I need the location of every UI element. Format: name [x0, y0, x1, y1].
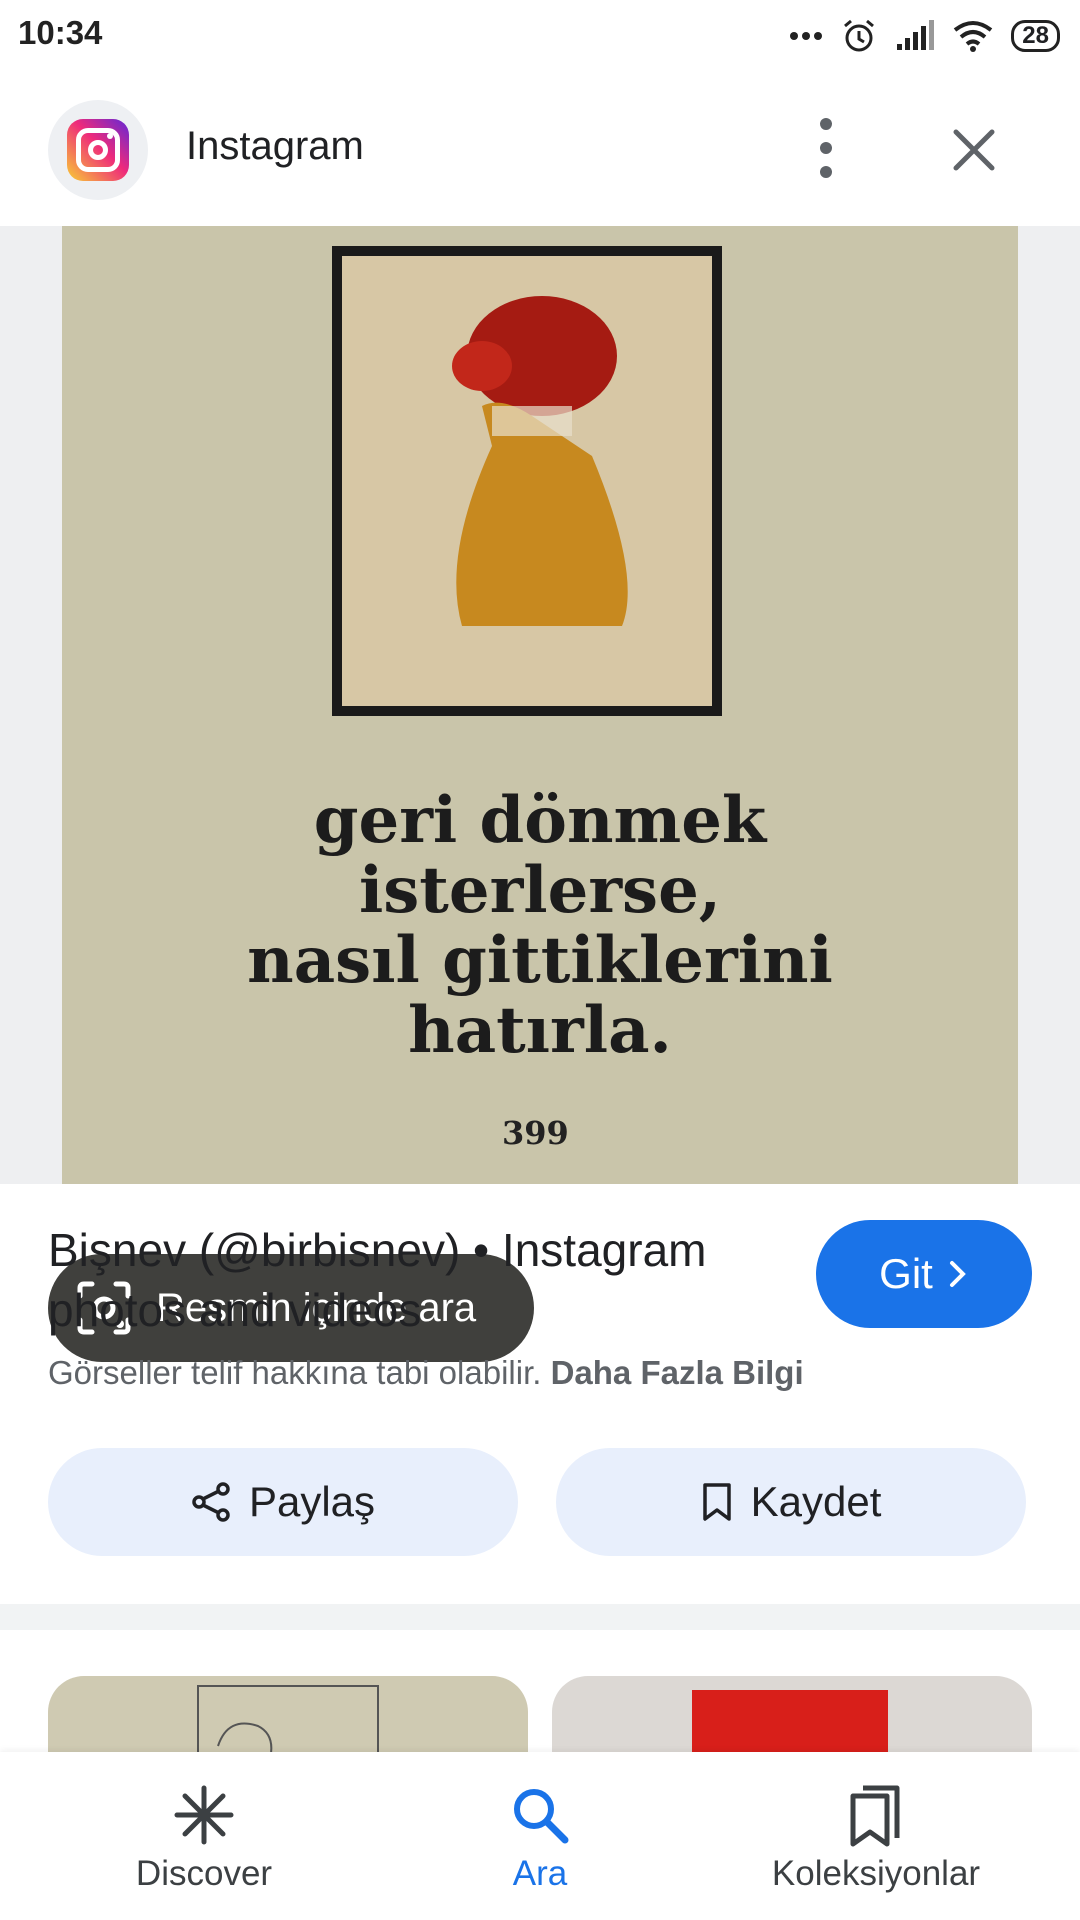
- nav-discover[interactable]: Discover: [54, 1752, 354, 1920]
- app-bar: Instagram: [0, 76, 1080, 226]
- copyright-notice: Görseller telif hakkına tabi olabilir. D…: [48, 1354, 804, 1392]
- asterisk-icon: [174, 1785, 234, 1845]
- source-avatar[interactable]: [48, 100, 148, 200]
- copyright-text: Görseller telif hakkına tabi olabilir.: [48, 1354, 542, 1391]
- save-label: Kaydet: [750, 1478, 882, 1525]
- alarm-icon: [844, 19, 875, 52]
- poster-line: isterlerse,: [358, 853, 722, 928]
- poster-line: geri dönmek: [313, 783, 767, 858]
- save-button[interactable]: Kaydet: [556, 1448, 1026, 1556]
- more-vert-icon: [820, 118, 832, 130]
- share-button[interactable]: Paylaş: [48, 1448, 518, 1556]
- nav-label: Koleksiyonlar: [771, 1854, 981, 1893]
- result-title[interactable]: Bişnev (@birbisnev) • Instagram photos a…: [48, 1220, 788, 1340]
- instagram-logo-icon: [67, 119, 129, 181]
- preview-image[interactable]: geri dönmek isterlerse, nasıl gittikleri…: [62, 226, 1018, 1184]
- nav-search[interactable]: Ara: [390, 1752, 690, 1920]
- signal-icon: [897, 20, 935, 50]
- search-icon: [514, 1789, 569, 1844]
- poster-page-number: 399: [502, 1114, 569, 1152]
- visit-label: Git: [879, 1250, 933, 1297]
- share-icon: [192, 1482, 230, 1522]
- close-icon[interactable]: [944, 120, 1004, 180]
- status-bar: 10:34 28: [0, 0, 1080, 76]
- image-preview-area: geri dönmek isterlerse, nasıl gittikleri…: [0, 226, 1080, 1362]
- more-dots-icon: [790, 32, 823, 40]
- more-options-button[interactable]: [806, 118, 846, 178]
- chevron-right-icon: [949, 1261, 966, 1287]
- source-title: Instagram: [186, 124, 364, 168]
- nav-label: Discover: [135, 1854, 273, 1893]
- poster-line: nasıl gittiklerini: [247, 923, 833, 998]
- bottom-navigation: Discover Ara Koleksiyonlar: [0, 1752, 1080, 1920]
- visit-button[interactable]: Git: [816, 1220, 1032, 1328]
- nav-label: Ara: [512, 1854, 568, 1893]
- poster-frame: [332, 246, 722, 716]
- status-icons: 28: [789, 16, 1060, 56]
- collections-icon: [850, 1785, 900, 1847]
- wifi-icon: [954, 21, 993, 52]
- status-time: 10:34: [18, 14, 103, 51]
- more-info-link[interactable]: Daha Fazla Bilgi: [551, 1354, 804, 1391]
- poster-quote: geri dönmek isterlerse, nasıl gittikleri…: [62, 786, 1018, 1066]
- portrait-illustration: [452, 296, 628, 626]
- nav-collections[interactable]: Koleksiyonlar: [726, 1752, 1026, 1920]
- section-divider: [0, 1604, 1080, 1630]
- poster-line: hatırla.: [408, 993, 672, 1068]
- share-label: Paylaş: [248, 1478, 376, 1525]
- bookmark-icon: [702, 1483, 731, 1521]
- battery-indicator: 28: [1011, 20, 1060, 52]
